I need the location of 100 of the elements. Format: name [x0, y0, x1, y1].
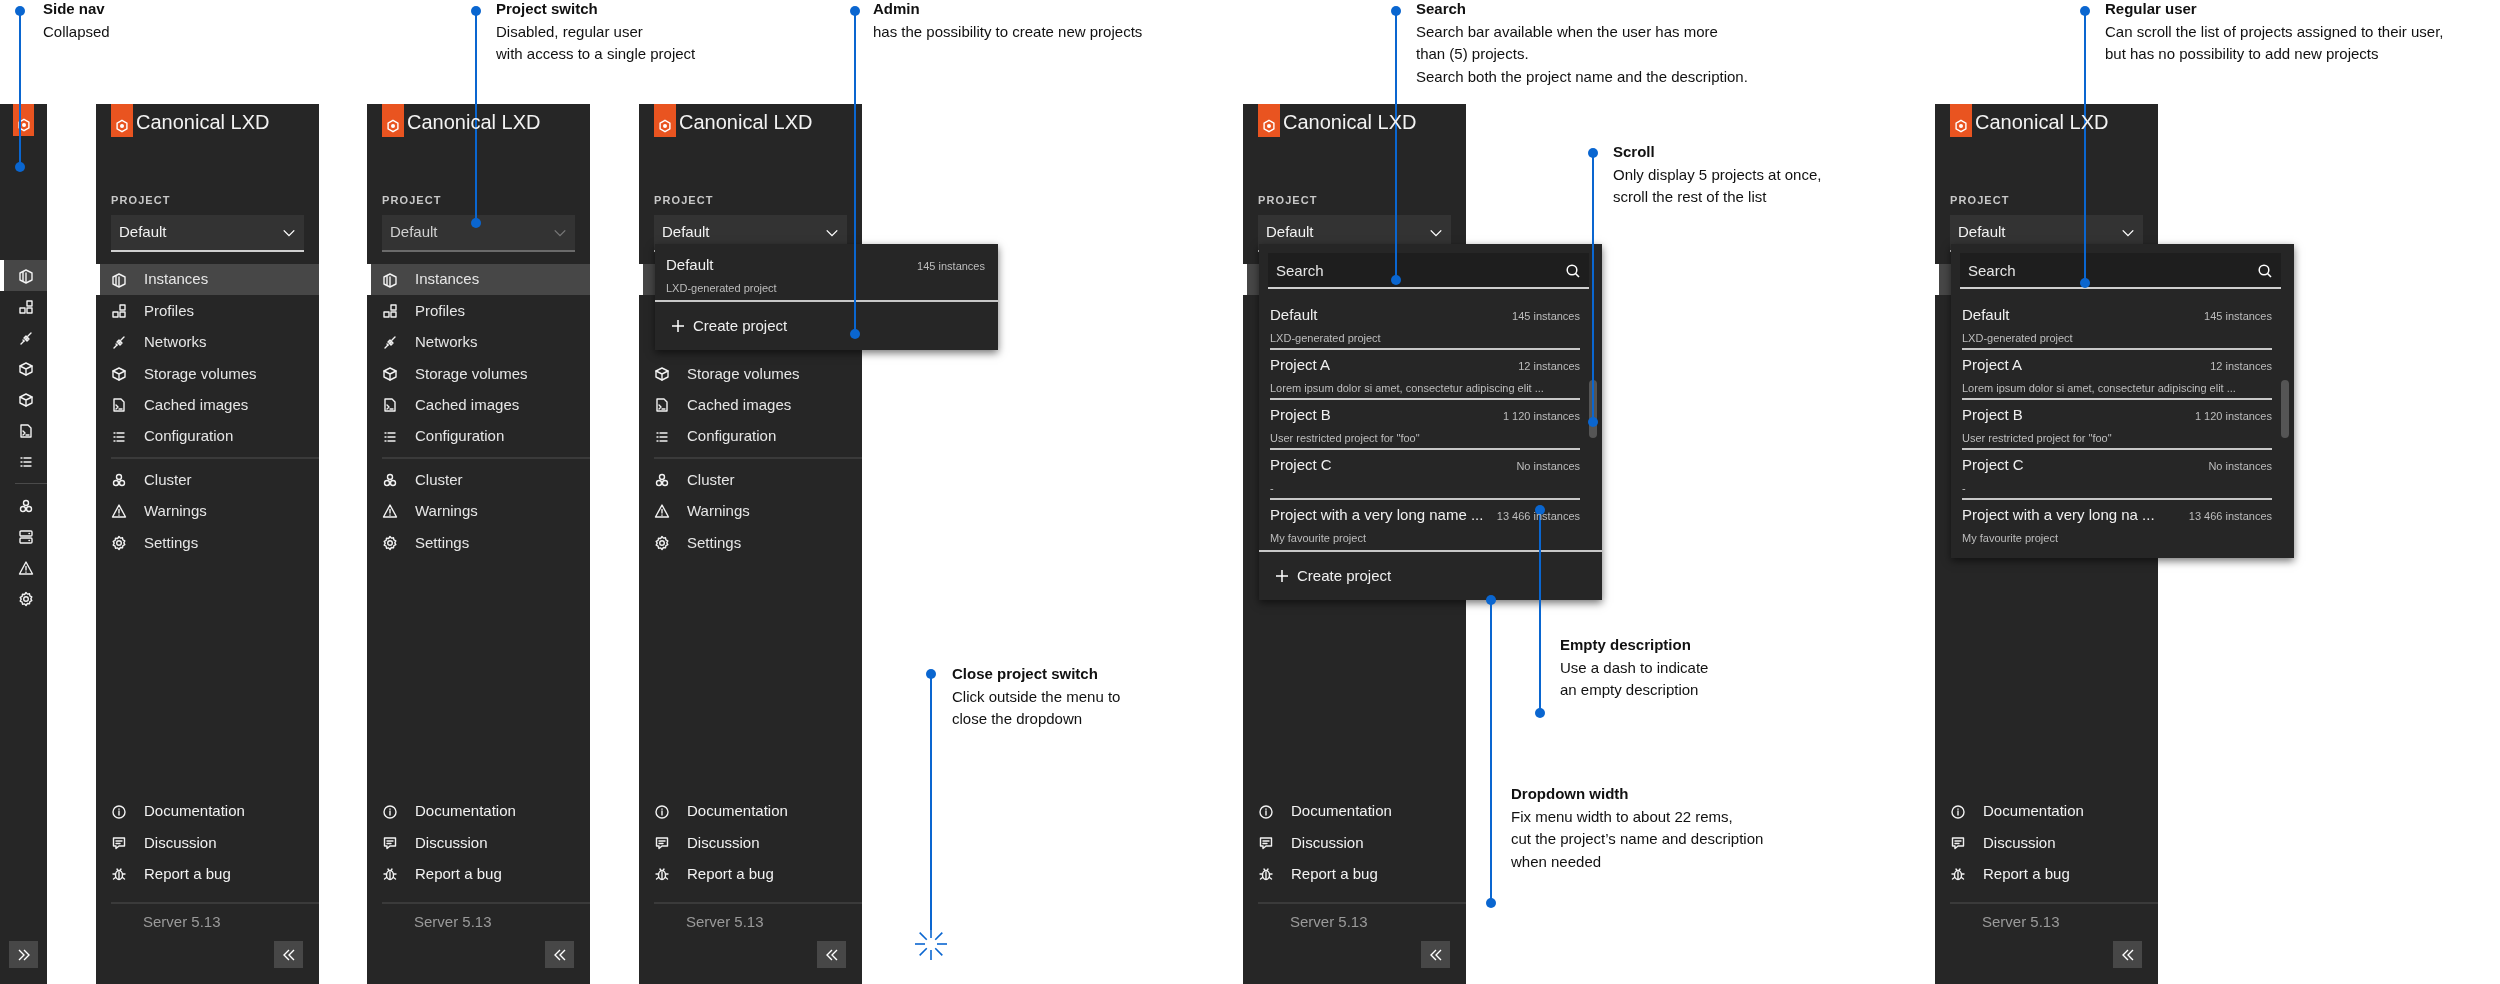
settings-icon	[654, 534, 670, 551]
project-label: PROJECT	[382, 193, 443, 207]
footer-link[interactable]: Discussion	[367, 827, 590, 859]
collapse-button[interactable]	[274, 941, 303, 968]
info-icon	[654, 803, 670, 820]
search-field[interactable]: Search	[1960, 253, 2281, 289]
scrollbar-thumb[interactable]	[2281, 380, 2289, 438]
project-label: PROJECT	[1258, 193, 1319, 207]
selected-row-edge	[1935, 264, 1951, 296]
cube-icon	[17, 360, 34, 377]
bug-icon	[654, 866, 670, 883]
nav-item[interactable]: Cached images	[639, 389, 862, 421]
nav-item[interactable]: Storage volumes	[96, 358, 319, 390]
info-icon	[1258, 803, 1274, 820]
project-option[interactable]: Default 145 instances LXD-generated project	[666, 250, 985, 300]
plug-icon	[382, 334, 398, 351]
nav-item[interactable]: Configuration	[96, 420, 319, 453]
nav-item[interactable]: Warnings	[639, 495, 862, 528]
nav-item[interactable]: Settings	[639, 527, 862, 559]
project-select[interactable]: Default	[111, 215, 304, 252]
squares-icon	[382, 303, 398, 320]
project-option[interactable]: Project C No instances -	[1270, 450, 1580, 500]
project-option[interactable]: Project A 12 instances Lorem ipsum dolor si amet, consectetur adipiscing elit ...	[1270, 350, 1580, 400]
warning-icon	[382, 503, 398, 520]
nav-item[interactable]: Networks	[367, 326, 590, 359]
logo	[111, 104, 133, 137]
nav-item[interactable]: Cluster	[367, 464, 590, 496]
annotation-title: Side nav	[43, 0, 106, 19]
file-icon	[17, 422, 34, 439]
create-project-button[interactable]: Create project	[1259, 552, 1602, 600]
nav-item[interactable]: Instances	[96, 264, 319, 296]
project-label: PROJECT	[654, 193, 715, 207]
plus-icon	[1275, 569, 1289, 583]
nav-item[interactable]: Storage volumes	[639, 358, 862, 390]
info-icon	[1950, 803, 1966, 820]
warning-icon	[111, 503, 127, 520]
circles-icon	[17, 497, 34, 514]
footer-link[interactable]: Report a bug	[639, 858, 862, 890]
footer-link[interactable]: Report a bug	[1935, 858, 2158, 890]
nav-item[interactable]: Configuration	[639, 420, 862, 453]
footer-link[interactable]: Documentation	[367, 795, 590, 828]
footer-link[interactable]: Documentation	[639, 795, 862, 828]
project-option[interactable]: Project A 12 instances Lorem ipsum dolor si amet, consectetur adipiscing elit ...	[1962, 350, 2272, 400]
footer-link[interactable]: Report a bug	[367, 858, 590, 890]
nav-item[interactable]: Networks	[96, 326, 319, 359]
settings-icon	[17, 590, 34, 607]
annotation-text: Fix menu width to about 22 rems, cut the project’s name and description when needed	[1511, 806, 1764, 872]
project-option[interactable]: Project B 1 120 instances User restricted project for "foo"	[1962, 400, 2272, 450]
nav-item[interactable]: Settings	[367, 527, 590, 559]
expand-button[interactable]	[9, 941, 38, 968]
annotation-title: Scroll	[1613, 142, 1656, 162]
nav-item[interactable]: Warnings	[96, 495, 319, 528]
footer-link[interactable]: Documentation	[96, 795, 319, 828]
version-text: Server 5.13	[1982, 912, 2061, 932]
collapse-button[interactable]	[2113, 941, 2142, 968]
project-option[interactable]: Project with a very long na ... 13 466 instances My favourite project	[1962, 500, 2272, 550]
box-stack-icon	[382, 271, 398, 288]
search-field[interactable]: Search	[1268, 253, 1589, 289]
annotation-title: Search	[1416, 0, 1468, 19]
nav-item[interactable]: Profiles	[367, 295, 590, 327]
create-project-button[interactable]: Create project	[655, 302, 998, 350]
nav-item[interactable]: Configuration	[367, 420, 590, 453]
collapse-button[interactable]	[817, 941, 846, 968]
collapse-button[interactable]	[1421, 941, 1450, 968]
nav-item[interactable]: Cached images	[367, 389, 590, 421]
logo	[13, 104, 34, 136]
footer-link[interactable]: Discussion	[639, 827, 862, 859]
search-icon	[1565, 263, 1581, 279]
project-option[interactable]: Project B 1 120 instances User restricted project for "foo"	[1270, 400, 1580, 450]
annotation-text: has the possibility to create new projects	[873, 21, 1143, 42]
nav-item[interactable]: Warnings	[367, 495, 590, 528]
project-option[interactable]: Project C No instances -	[1962, 450, 2272, 500]
nav-item[interactable]: Cached images	[96, 389, 319, 421]
speech-bubble-icon	[654, 834, 670, 851]
nav-item[interactable]: Cluster	[639, 464, 862, 496]
footer-link[interactable]: Report a bug	[96, 858, 319, 890]
footer-link[interactable]: Documentation	[1243, 795, 1466, 828]
nav-item[interactable]: Cluster	[96, 464, 319, 496]
footer-link[interactable]: Report a bug	[1243, 858, 1466, 890]
footer-link[interactable]: Documentation	[1935, 795, 2158, 828]
nav-icon-button[interactable]	[0, 260, 47, 291]
project-option[interactable]: Default 145 instances LXD-generated project	[1270, 300, 1580, 350]
project-label: PROJECT	[1950, 193, 2011, 207]
annotation-text: Collapsed	[43, 21, 110, 42]
nav-item[interactable]: Storage volumes	[367, 358, 590, 390]
collapse-button[interactable]	[545, 941, 574, 968]
annotation-text: Use a dash to indicate an empty description	[1560, 657, 1709, 700]
footer-link[interactable]: Discussion	[1243, 827, 1466, 859]
cube-icon	[654, 365, 670, 382]
footer-link[interactable]: Discussion	[1935, 827, 2158, 859]
annotation-text: Disabled, regular user with access to a single project	[496, 21, 696, 64]
squares-icon	[17, 298, 34, 315]
version-text: Server 5.13	[1290, 912, 1369, 932]
file-icon	[654, 397, 670, 414]
footer-link[interactable]: Discussion	[96, 827, 319, 859]
project-option[interactable]: Default 145 instances LXD-generated project	[1962, 300, 2272, 350]
info-icon	[111, 803, 127, 820]
nav-item[interactable]: Settings	[96, 527, 319, 559]
nav-item[interactable]: Instances	[367, 264, 590, 296]
nav-item[interactable]: Profiles	[96, 295, 319, 327]
